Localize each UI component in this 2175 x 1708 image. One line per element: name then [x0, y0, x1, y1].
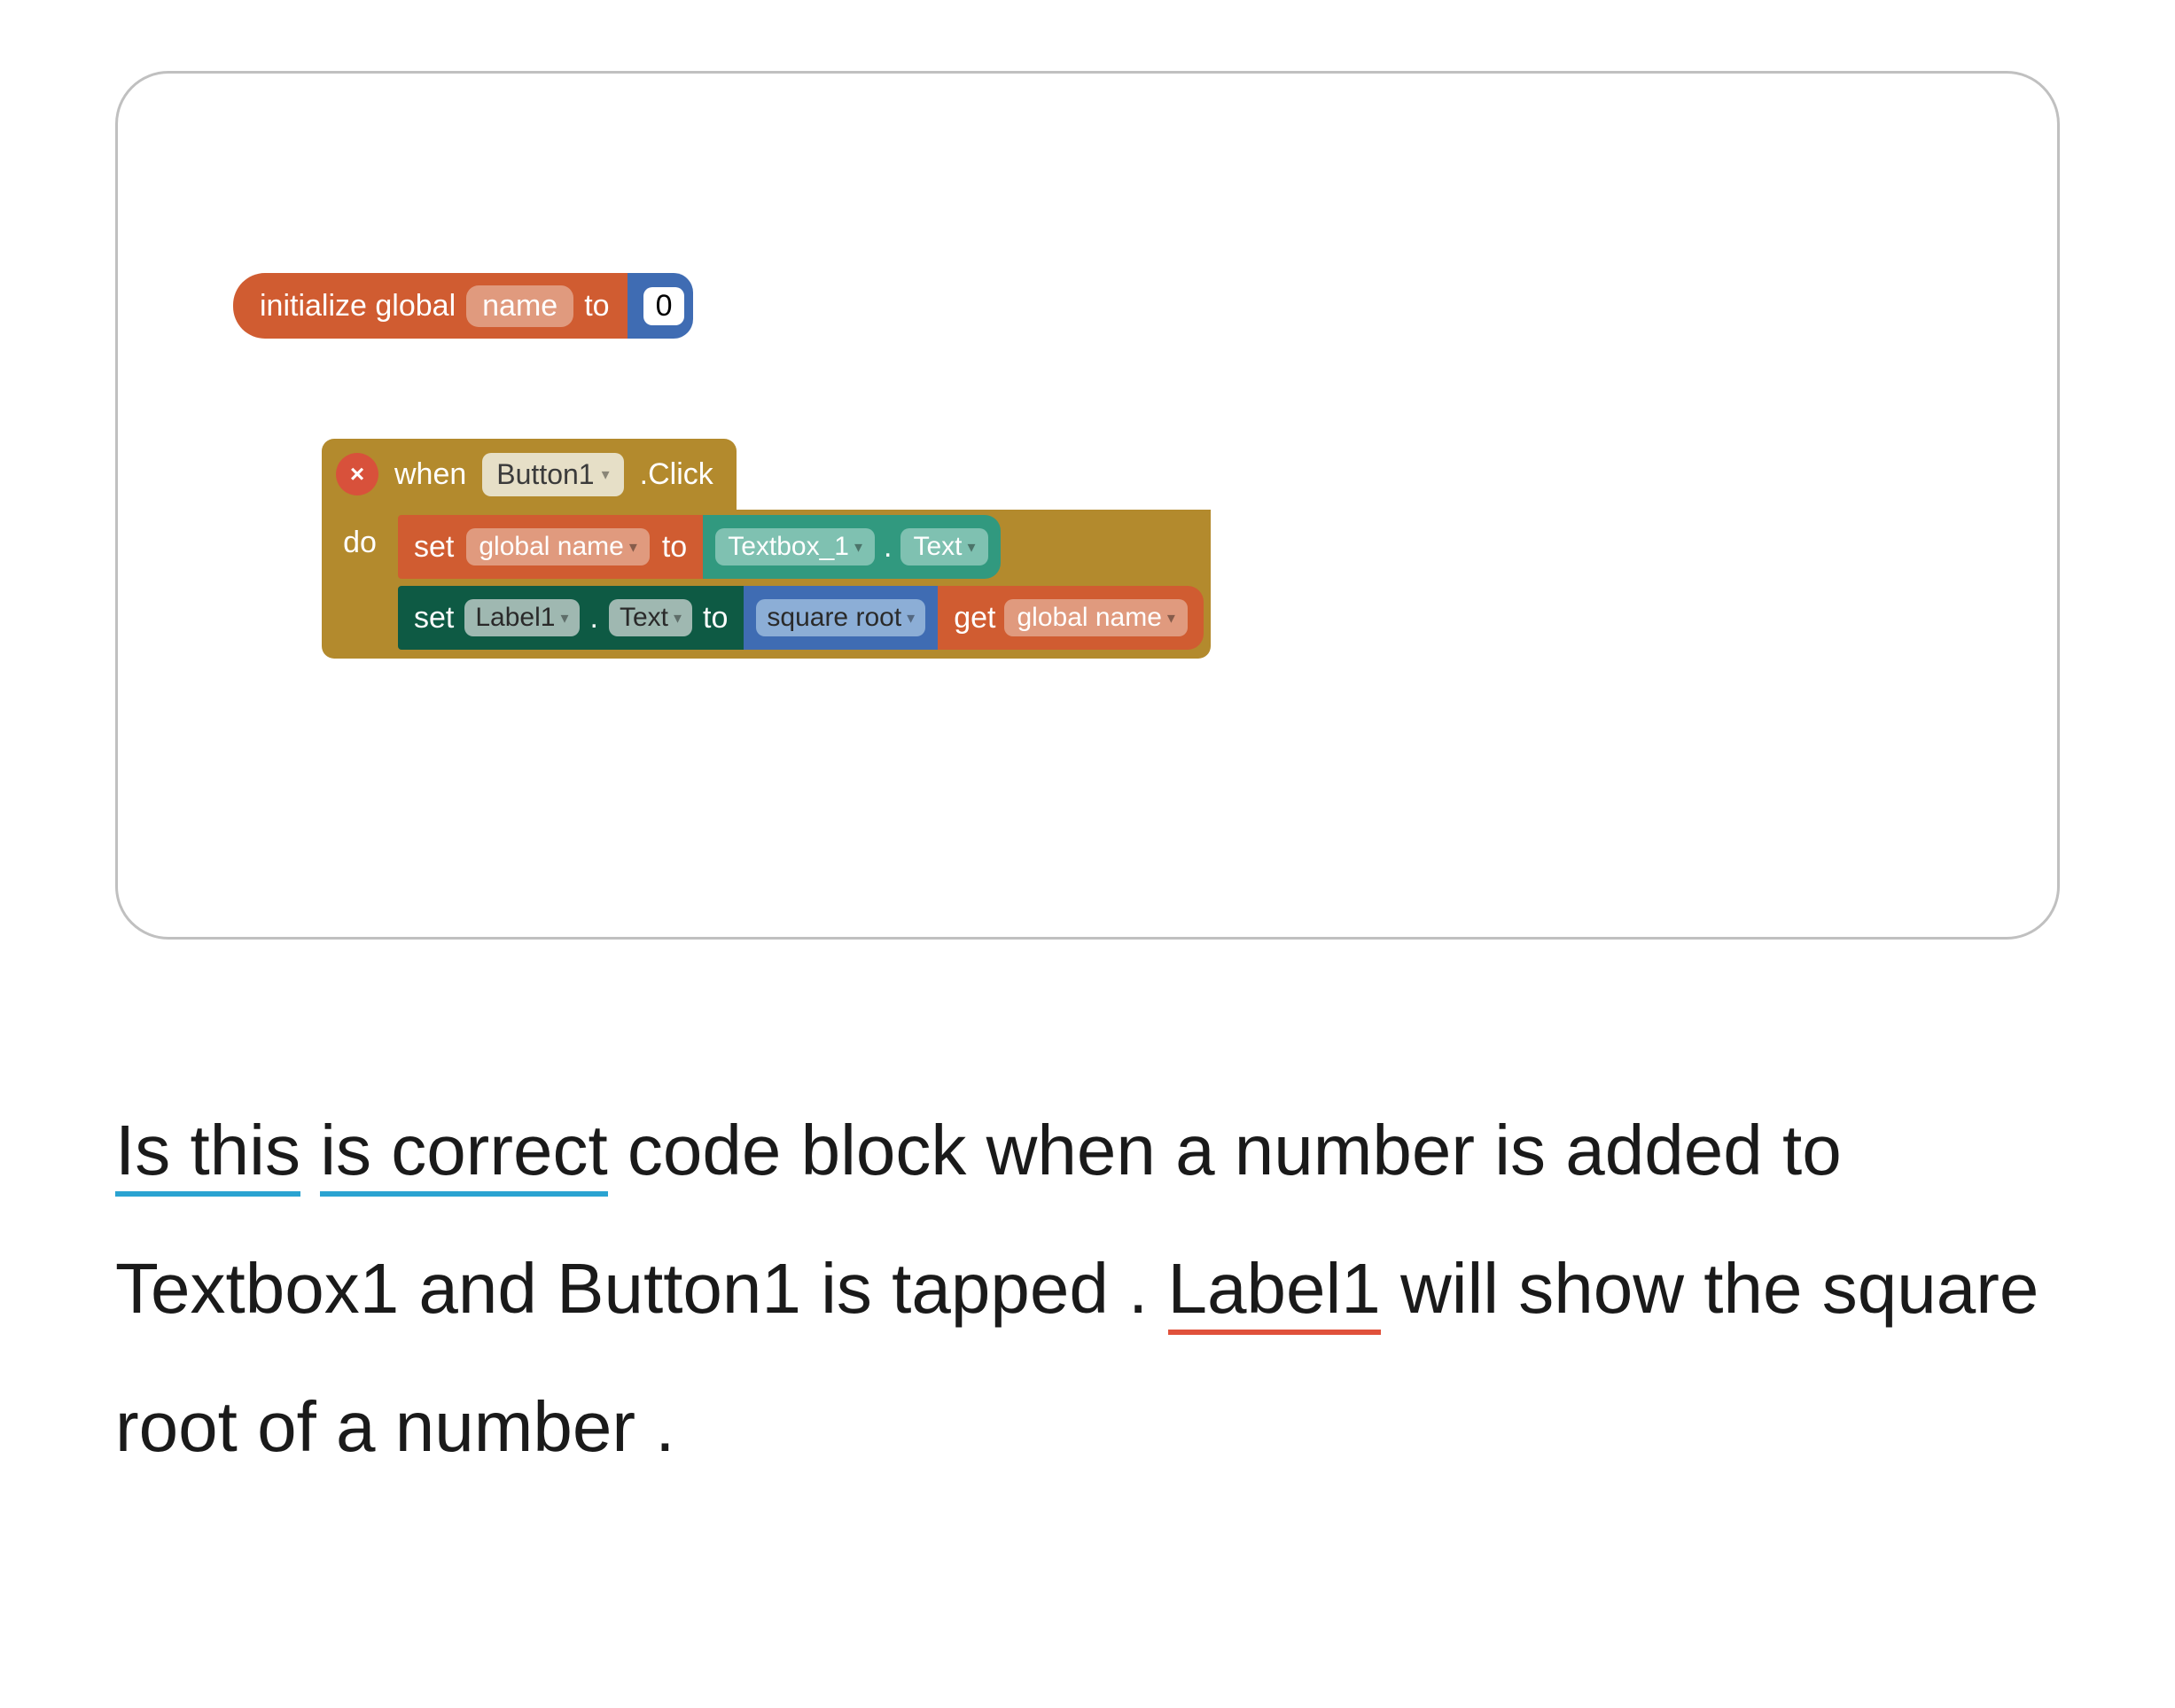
square-root-segment[interactable]: square root ▾ — [744, 586, 938, 650]
set-keyword: set — [414, 530, 454, 565]
set-keyword-2: set — [414, 601, 454, 636]
to-keyword-2: to — [703, 601, 728, 636]
when-keyword: when — [394, 457, 466, 492]
underline-is-this: Is this — [115, 1111, 300, 1197]
underline-label1: Label1 — [1168, 1249, 1381, 1335]
chevron-down-icon: ▾ — [1167, 609, 1175, 628]
chevron-down-icon: ▾ — [602, 465, 610, 484]
get-var-label: global name — [1017, 603, 1161, 633]
underline-is-correct: is correct — [320, 1111, 608, 1197]
chevron-down-icon: ▾ — [629, 538, 637, 557]
init-orange-segment: initialize global name to — [233, 273, 628, 339]
chevron-down-icon: ▾ — [968, 538, 976, 557]
variable-name-pill[interactable]: name — [466, 285, 573, 327]
text-prop-dropdown[interactable]: Text ▾ — [900, 528, 987, 565]
get-var-dropdown[interactable]: global name ▾ — [1004, 599, 1188, 636]
do-container: do set global name ▾ to — [322, 510, 1211, 659]
do-body: set global name ▾ to Textbox_1 ▾ — [398, 510, 1211, 659]
dot2: . — [590, 601, 598, 636]
label-name: Label1 — [475, 603, 555, 633]
set-label-segment: set Label1 ▾ . Text ▾ to — [398, 586, 744, 650]
when-event-block[interactable]: × when Button1 ▾ .Click do set global na… — [322, 439, 1211, 659]
init-to: to — [584, 289, 609, 324]
math-op-label: square root — [767, 603, 901, 633]
to-keyword: to — [662, 530, 687, 565]
get-keyword: get — [954, 601, 995, 636]
initialize-global-block[interactable]: initialize global name to 0 — [233, 273, 693, 339]
chevron-down-icon: ▾ — [674, 609, 682, 628]
do-keyword: do — [322, 510, 398, 659]
text-prop-label: Text — [913, 532, 962, 562]
label-dropdown[interactable]: Label1 ▾ — [464, 599, 579, 636]
component-dropdown[interactable]: Button1 ▾ — [482, 453, 623, 496]
textbox-dropdown[interactable]: Textbox_1 ▾ — [715, 528, 875, 565]
question-text: Is this is correct code block when a num… — [115, 1081, 2060, 1496]
set-global-row[interactable]: set global name ▾ to Textbox_1 ▾ — [398, 515, 1204, 579]
textbox-text-segment[interactable]: Textbox_1 ▾ . Text ▾ — [703, 515, 1000, 579]
chevron-down-icon: ▾ — [560, 609, 568, 628]
chevron-down-icon: ▾ — [907, 609, 915, 628]
init-value-segment: 0 — [628, 273, 694, 339]
text-prop-dropdown-2[interactable]: Text ▾ — [609, 599, 692, 636]
textbox-label: Textbox_1 — [728, 532, 849, 562]
text-prop-label-2: Text — [620, 603, 668, 633]
variable-label: global name — [479, 532, 623, 562]
dot: . — [884, 530, 892, 565]
event-name: .Click — [640, 457, 713, 492]
chevron-down-icon: ▾ — [854, 538, 862, 557]
set-label-row[interactable]: set Label1 ▾ . Text ▾ to — [398, 586, 1204, 650]
variable-dropdown[interactable]: global name ▾ — [466, 528, 650, 565]
code-panel: initialize global name to 0 × when Butto… — [115, 71, 2060, 940]
math-op-dropdown[interactable]: square root ▾ — [756, 599, 925, 636]
set-var-segment: set global name ▾ to — [398, 515, 703, 579]
init-prefix: initialize global — [260, 289, 456, 324]
get-var-segment[interactable]: get global name ▾ — [938, 586, 1204, 650]
when-header: × when Button1 ▾ .Click — [322, 439, 737, 510]
init-value[interactable]: 0 — [643, 287, 685, 325]
component-name: Button1 — [496, 458, 594, 491]
error-icon[interactable]: × — [336, 453, 378, 495]
